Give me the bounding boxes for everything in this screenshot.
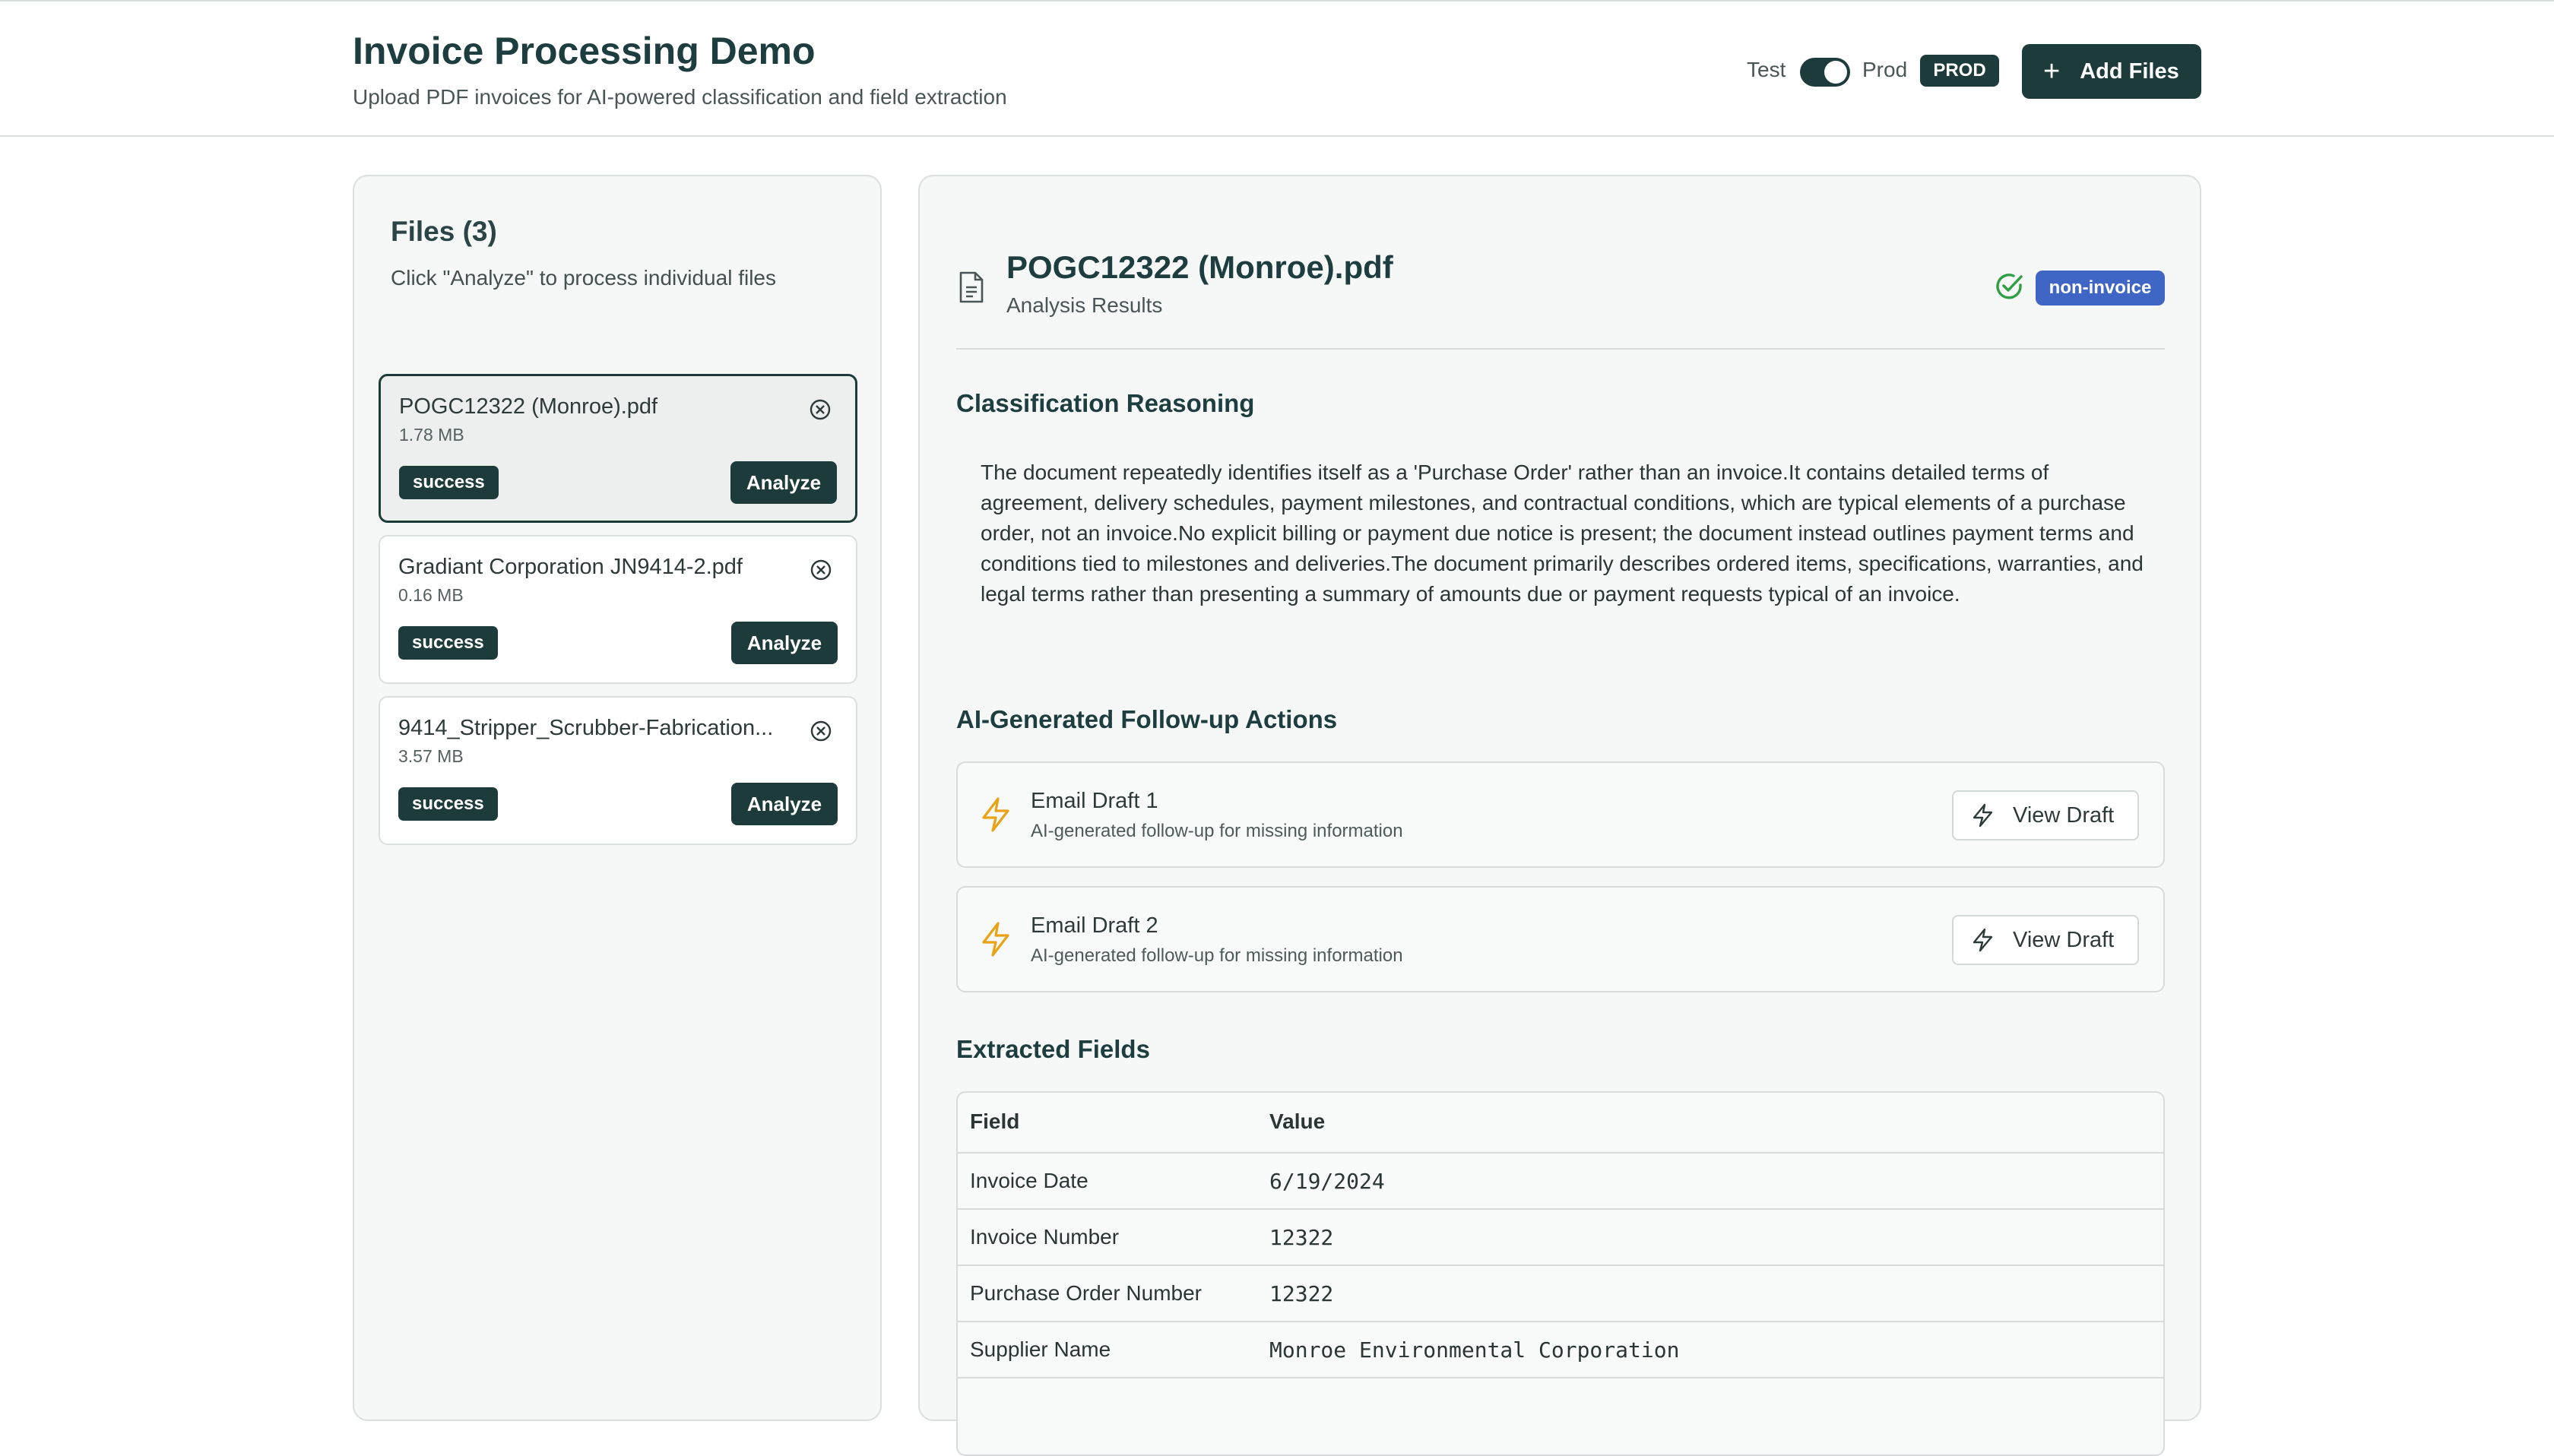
table-header-row: Field Value [958, 1093, 2163, 1154]
bolt-icon [1973, 928, 1993, 952]
action-title: Email Draft 2 [1031, 913, 1158, 938]
remove-file-icon[interactable] [808, 397, 832, 422]
action-card: Email Draft 1 AI-generated follow-up for… [956, 761, 2165, 868]
reasoning-title: Classification Reasoning [956, 389, 1255, 417]
results-panel: POGC12322 (Monroe).pdf Analysis Results … [918, 175, 2201, 1456]
actions-title: AI-Generated Follow-up Actions [956, 705, 1338, 733]
view-draft-button[interactable]: View Draft [1952, 915, 2139, 965]
view-draft-label: View Draft [2013, 927, 2115, 952]
view-draft-label: View Draft [2013, 802, 2115, 828]
table-row: Invoice Date 6/19/2024 [958, 1154, 2163, 1210]
fields-title: Extracted Fields [956, 1035, 1150, 1063]
plus-icon: + [2043, 55, 2061, 87]
action-description: AI-generated follow-up for missing infor… [1031, 821, 1403, 841]
remove-file-icon[interactable] [809, 558, 833, 582]
field-name: Supplier Name [970, 1337, 1111, 1361]
app-subtitle: Upload PDF invoices for AI-powered class… [353, 85, 1007, 109]
table-header-field: Field [970, 1109, 1020, 1133]
document-icon [959, 271, 984, 303]
action-title: Email Draft 1 [1031, 789, 1158, 813]
view-draft-button[interactable]: View Draft [1952, 790, 2139, 840]
field-value: 12322 [1269, 1281, 1334, 1306]
classification-badge: non-invoice [2036, 271, 2165, 305]
file-size: 3.57 MB [398, 746, 464, 766]
toggle-knob [1824, 61, 1847, 84]
mode-test-label: Test [1747, 58, 1786, 81]
bolt-icon [982, 922, 1009, 957]
file-size: 1.78 MB [399, 425, 464, 445]
result-subtitle: Analysis Results [1006, 293, 1163, 317]
field-name: Invoice Date [970, 1169, 1088, 1192]
divider [956, 348, 2165, 350]
field-name: Invoice Number [970, 1225, 1120, 1249]
mode-toggle[interactable] [1800, 58, 1850, 87]
action-description: AI-generated follow-up for missing infor… [1031, 945, 1403, 966]
file-name: Gradiant Corporation JN9414-2.pdf [398, 555, 743, 579]
result-title: POGC12322 (Monroe).pdf [1006, 249, 1393, 285]
app-title: Invoice Processing Demo [353, 30, 816, 72]
action-card: Email Draft 2 AI-generated follow-up for… [956, 886, 2165, 992]
status-badge: success [399, 466, 499, 499]
table-row: Supplier Name Monroe Environmental Corpo… [958, 1322, 2163, 1378]
add-files-label: Add Files [2080, 59, 2179, 84]
extracted-fields-table: Field Value Invoice Date 6/19/2024 Invoi… [956, 1091, 2165, 1456]
add-files-button[interactable]: + Add Files [2022, 44, 2201, 99]
bolt-icon [982, 797, 1009, 832]
status-badge: success [398, 787, 498, 821]
table-header-value: Value [1269, 1109, 1326, 1133]
header: Invoice Processing Demo Upload PDF invoi… [0, 3, 2554, 137]
analyze-button[interactable]: Analyze [731, 622, 838, 664]
files-panel: Files (3) Click "Analyze" to process ind… [353, 175, 882, 1421]
check-circle-icon [1996, 274, 2023, 299]
file-name: 9414_Stripper_Scrubber-Fabrication... [398, 716, 774, 740]
app-window: Invoice Processing Demo Upload PDF invoi… [0, 0, 2554, 1456]
table-row: Invoice Number 12322 [958, 1210, 2163, 1266]
file-card[interactable]: 9414_Stripper_Scrubber-Fabrication... 3.… [379, 696, 857, 845]
reasoning-text: The document repeatedly identifies itsel… [981, 461, 2144, 606]
mode-badge: PROD [1920, 55, 1999, 87]
bolt-icon [1973, 803, 1993, 828]
file-size: 0.16 MB [398, 585, 464, 605]
field-value: 6/19/2024 [1269, 1169, 1385, 1194]
analyze-button[interactable]: Analyze [730, 461, 837, 504]
files-title: Files (3) [391, 216, 497, 247]
field-name: Purchase Order Number [970, 1281, 1203, 1305]
analyze-button[interactable]: Analyze [731, 783, 838, 825]
field-value: Monroe Environmental Corporation [1269, 1337, 1680, 1363]
table-row: Purchase Order Number 12322 [958, 1266, 2163, 1322]
field-value: 12322 [1269, 1225, 1334, 1250]
mode-prod-label: Prod [1862, 58, 1908, 81]
files-hint: Click "Analyze" to process individual fi… [391, 266, 776, 290]
status-badge: success [398, 626, 498, 660]
remove-file-icon[interactable] [809, 719, 833, 743]
file-name: POGC12322 (Monroe).pdf [399, 394, 658, 419]
file-card[interactable]: POGC12322 (Monroe).pdf 1.78 MB success A… [379, 374, 857, 523]
file-card[interactable]: Gradiant Corporation JN9414-2.pdf 0.16 M… [379, 535, 857, 684]
